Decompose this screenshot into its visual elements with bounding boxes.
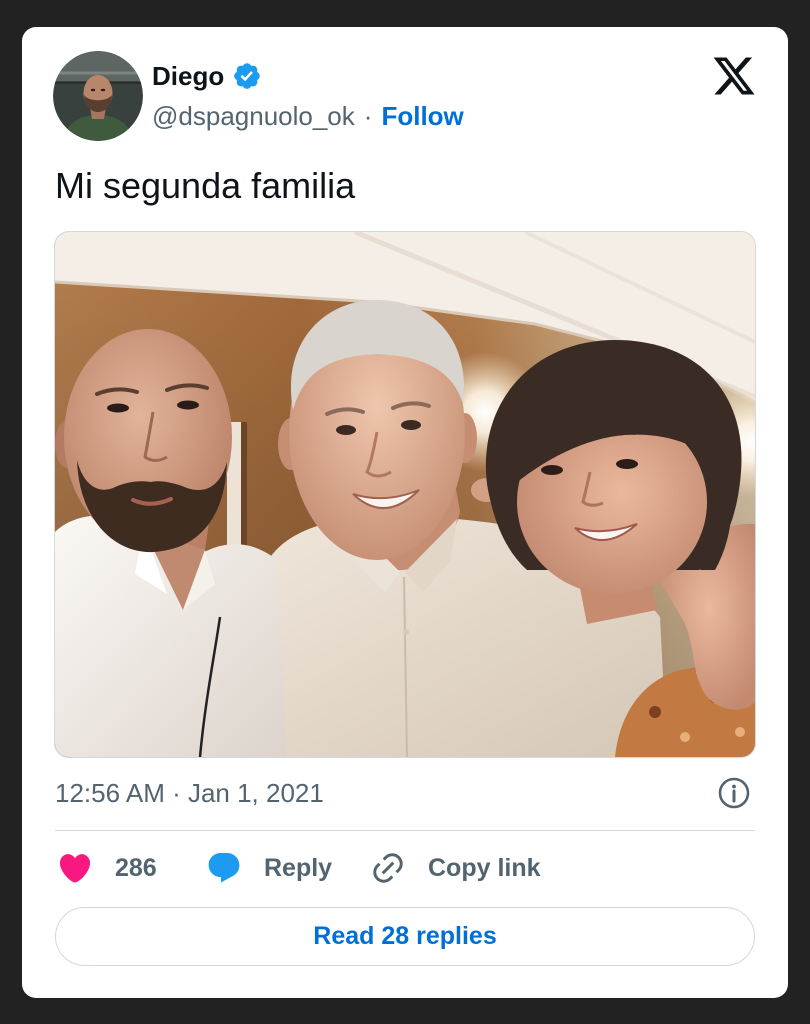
tweet-photo[interactable] [55, 232, 755, 757]
verified-badge-icon [232, 61, 262, 91]
tweet-embed-card: Diego @dspagnuolo_ok · Follow Mi segunda… [22, 27, 788, 998]
read-replies-button[interactable]: Read 28 replies [55, 907, 755, 966]
read-replies-label: Read 28 replies [313, 922, 497, 950]
divider [55, 830, 755, 831]
avatar-image [53, 51, 143, 141]
reply-button[interactable]: Reply [206, 848, 332, 888]
copy-link-button[interactable]: Copy link [370, 848, 541, 888]
follow-button[interactable]: Follow [381, 100, 463, 132]
author-handle[interactable]: @dspagnuolo_ok [152, 100, 355, 132]
author-name[interactable]: Diego [152, 60, 224, 92]
author-avatar[interactable] [53, 51, 143, 141]
info-icon[interactable] [717, 776, 751, 810]
author-handle-row: @dspagnuolo_ok · Follow [152, 100, 464, 132]
copy-link-label: Copy link [428, 854, 541, 882]
like-button[interactable]: 286 [57, 848, 157, 888]
heart-icon [57, 850, 93, 886]
reply-bubble-icon [206, 850, 242, 886]
author-name-row: Diego [152, 60, 262, 92]
handle-separator: · [363, 101, 373, 131]
tweet-timestamp[interactable]: 12:56 AM · Jan 1, 2021 [55, 777, 324, 809]
reply-label: Reply [264, 854, 333, 882]
like-count: 286 [115, 854, 157, 882]
tweet-photo-image [55, 232, 755, 757]
tweet-text: Mi segunda familia [55, 165, 356, 206]
link-icon [370, 850, 406, 886]
x-logo-icon[interactable] [712, 57, 756, 95]
